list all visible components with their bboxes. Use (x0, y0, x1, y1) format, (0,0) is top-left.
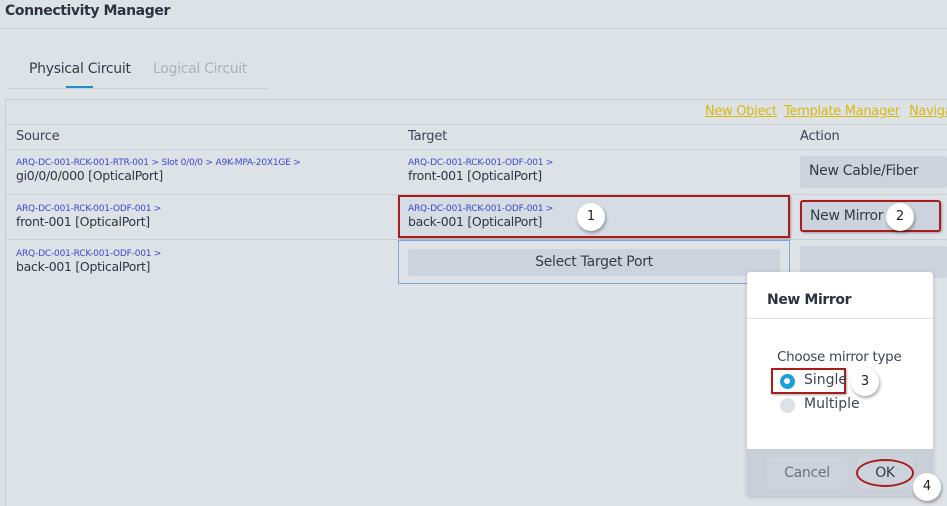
target-path[interactable]: ARQ-DC-001-RCK-001-ODF-001 > (408, 204, 553, 214)
new-mirror-dialog: New Mirror Choose mirror type Single 3 M… (747, 272, 933, 496)
step-badge: 4 (913, 473, 941, 501)
option-single-label[interactable]: Single (804, 372, 847, 388)
tab-physical-circuit[interactable]: Physical Circuit (29, 61, 131, 77)
mirror-type-label: Choose mirror type (777, 349, 902, 365)
radio-single[interactable] (780, 374, 795, 389)
dialog-title: New Mirror (767, 292, 852, 308)
source-port: gi0/0/0/000 [OpticalPort] (16, 168, 163, 183)
table-row-target: ARQ-DC-001-RCK-001-ODF-001 > front-001 [… (408, 158, 553, 183)
source-port: front-001 [OpticalPort] (16, 214, 150, 229)
navigate-link[interactable]: Naviga (909, 104, 947, 119)
template-manager-link[interactable]: Template Manager (784, 104, 900, 119)
option-multiple-label[interactable]: Multiple (804, 396, 860, 412)
table-row-source: ARQ-DC-001-RCK-001-ODF-001 > front-001 [… (16, 204, 161, 229)
divider (6, 124, 947, 125)
source-path[interactable]: ARQ-DC-001-RCK-001-ODF-001 > (16, 204, 161, 214)
target-port: back-001 [OpticalPort] (408, 214, 543, 229)
step-badge: 1 (577, 203, 605, 231)
target-port: front-001 [OpticalPort] (408, 168, 542, 183)
tab-logical-circuit[interactable]: Logical Circuit (153, 61, 247, 77)
source-path[interactable]: ARQ-DC-001-RCK-001-RTR-001 > Slot 0/0/0 … (16, 158, 301, 168)
divider (6, 149, 947, 150)
step-badge: 3 (851, 368, 879, 396)
header-target: Target (408, 129, 448, 144)
target-path[interactable]: ARQ-DC-001-RCK-001-ODF-001 > (408, 158, 553, 168)
divider (747, 318, 933, 319)
ok-highlight (856, 459, 914, 487)
select-target-port-button[interactable]: Select Target Port (408, 249, 780, 276)
divider (0, 28, 947, 29)
tab-divider (8, 88, 268, 89)
header-action: Action (800, 129, 840, 144)
radio-multiple[interactable] (780, 398, 795, 413)
new-cable-fiber-button[interactable]: New Cable/Fiber (800, 156, 947, 188)
new-object-link[interactable]: New Object (705, 104, 777, 119)
cancel-button[interactable]: Cancel (767, 457, 847, 489)
header-source: Source (16, 129, 60, 144)
table-row-source: ARQ-DC-001-RCK-001-RTR-001 > Slot 0/0/0 … (16, 158, 301, 183)
table-row-target: ARQ-DC-001-RCK-001-ODF-001 > back-001 [O… (408, 204, 553, 229)
step-badge: 2 (886, 203, 914, 231)
source-port: back-001 [OpticalPort] (16, 259, 151, 274)
new-mirror-button[interactable]: New Mirror (800, 200, 941, 232)
source-path[interactable]: ARQ-DC-001-RCK-001-ODF-001 > (16, 249, 161, 259)
app-title: Connectivity Manager (5, 3, 170, 19)
table-row-source: ARQ-DC-001-RCK-001-ODF-001 > back-001 [O… (16, 249, 161, 274)
